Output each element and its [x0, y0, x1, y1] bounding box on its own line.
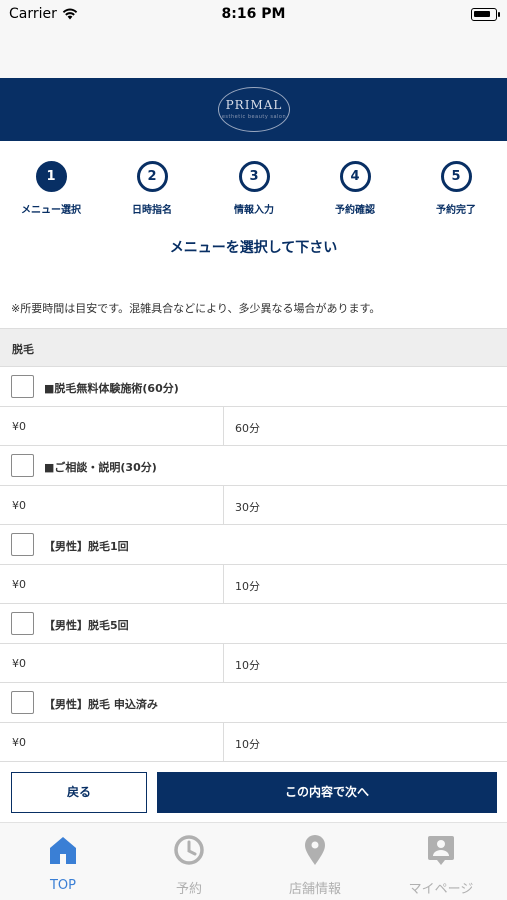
menu-item-price: ¥0 — [12, 736, 26, 749]
step-number: 2 — [136, 161, 168, 192]
step-number: 1 — [35, 161, 67, 192]
tab-store-info[interactable]: 店舗情報 — [252, 823, 378, 900]
step-number: 4 — [339, 161, 371, 192]
profile-card-icon — [428, 836, 454, 865]
menu-item: ■脱毛無料体験施術(60分) ¥0 60分 — [0, 367, 507, 446]
step-label: 情報入力 — [234, 205, 274, 216]
menu-item-name: 【男性】脱毛5回 — [44, 619, 129, 632]
clock-icon — [174, 835, 204, 865]
menu-item: 【男性】脱毛1回 ¥0 10分 — [0, 525, 507, 604]
menu-checkbox[interactable] — [11, 691, 34, 714]
menu-item-details: ¥0 10分 — [0, 644, 507, 683]
divider — [223, 723, 224, 762]
step-3: 3 情報入力 — [209, 161, 299, 216]
step-number: 5 — [440, 161, 472, 192]
menu-checkbox[interactable] — [11, 612, 34, 635]
menu-item-price: ¥0 — [12, 420, 26, 433]
menu-item-row[interactable]: 【男性】脱毛1回 — [0, 525, 507, 565]
menu-item-name: ■脱毛無料体験施術(60分) — [44, 382, 179, 395]
map-pin-icon — [305, 835, 325, 865]
menu-checkbox[interactable] — [11, 375, 34, 398]
step-1: 1 メニュー選択 — [6, 161, 96, 216]
menu-item-row[interactable]: 【男性】脱毛5回 — [0, 604, 507, 644]
step-label: メニュー選択 — [21, 205, 81, 216]
divider — [223, 565, 224, 604]
next-button[interactable]: この内容で次へ — [157, 772, 497, 813]
tab-label: マイページ — [408, 882, 474, 897]
menu-item: 【男性】脱毛 申込済み ¥0 10分 — [0, 683, 507, 762]
top-spacer — [0, 30, 507, 78]
menu-item-price: ¥0 — [12, 578, 26, 591]
category-header: 脱毛 — [0, 328, 507, 367]
divider — [223, 486, 224, 525]
action-bar: 戻る この内容で次へ — [0, 762, 507, 822]
menu-item-details: ¥0 10分 — [0, 723, 507, 762]
status-bar: Carrier 8:16 PM — [0, 0, 507, 30]
menu-item-row[interactable]: ■ご相談・説明(30分) — [0, 446, 507, 486]
menu-item-row[interactable]: 【男性】脱毛 申込済み — [0, 683, 507, 723]
brand-logo[interactable]: PRIMAL esthetic beauty salon — [218, 87, 290, 132]
menu-item-duration: 30分 — [235, 501, 260, 514]
menu-item-duration: 10分 — [235, 659, 260, 672]
step-label: 日時指名 — [132, 205, 172, 216]
menu-item-details: ¥0 60分 — [0, 407, 507, 446]
menu-item-price: ¥0 — [12, 657, 26, 670]
status-time: 8:16 PM — [221, 6, 286, 22]
home-icon — [50, 837, 76, 864]
menu-checkbox[interactable] — [11, 454, 34, 477]
tab-label: 予約 — [175, 882, 202, 897]
menu-item: 【男性】脱毛5回 ¥0 10分 — [0, 604, 507, 683]
back-button[interactable]: 戻る — [11, 772, 147, 813]
category-label: 脱毛 — [12, 343, 34, 356]
step-5: 5 予約完了 — [411, 161, 501, 216]
tab-mypage[interactable]: マイページ — [378, 823, 504, 900]
menu-item-duration: 10分 — [235, 738, 260, 751]
menu-checkbox[interactable] — [11, 533, 34, 556]
tab-top[interactable]: TOP — [0, 823, 126, 900]
tab-label: TOP — [49, 878, 76, 893]
menu-item: ■ご相談・説明(30分) ¥0 30分 — [0, 446, 507, 525]
menu-item-details: ¥0 30分 — [0, 486, 507, 525]
menu-item-name: ■ご相談・説明(30分) — [44, 461, 157, 474]
divider — [223, 644, 224, 683]
tab-label: 店舗情報 — [288, 882, 341, 897]
progress-steps: 1 メニュー選択 2 日時指名 3 情報入力 4 予約確認 5 予約完了 — [0, 141, 507, 226]
battery-icon — [471, 8, 500, 21]
menu-item-duration: 60分 — [235, 422, 260, 435]
logo-text: PRIMAL — [225, 98, 283, 112]
step-4: 4 予約確認 — [310, 161, 400, 216]
menu-item-name: 【男性】脱毛 申込済み — [44, 698, 158, 711]
divider — [223, 407, 224, 446]
menu-item-name: 【男性】脱毛1回 — [44, 540, 129, 553]
app-header: PRIMAL esthetic beauty salon — [0, 78, 507, 141]
tab-reservation[interactable]: 予約 — [126, 823, 252, 900]
step-2: 2 日時指名 — [107, 161, 197, 216]
step-number: 3 — [238, 161, 270, 192]
step-label: 予約完了 — [436, 205, 476, 216]
step-label: 予約確認 — [335, 205, 375, 216]
duration-note: ※所要時間は目安です。混雑具合などにより、多少異なる場合があります。 — [11, 302, 381, 315]
menu-item-row[interactable]: ■脱毛無料体験施術(60分) — [0, 367, 507, 407]
menu-item-price: ¥0 — [12, 499, 26, 512]
menu-item-duration: 10分 — [235, 580, 260, 593]
logo-subtext: esthetic beauty salon — [221, 114, 287, 120]
menu-item-details: ¥0 10分 — [0, 565, 507, 604]
page-title: メニューを選択して下さい — [169, 240, 338, 256]
tab-bar: TOP 予約 店舗情報 マイページ — [0, 822, 507, 900]
